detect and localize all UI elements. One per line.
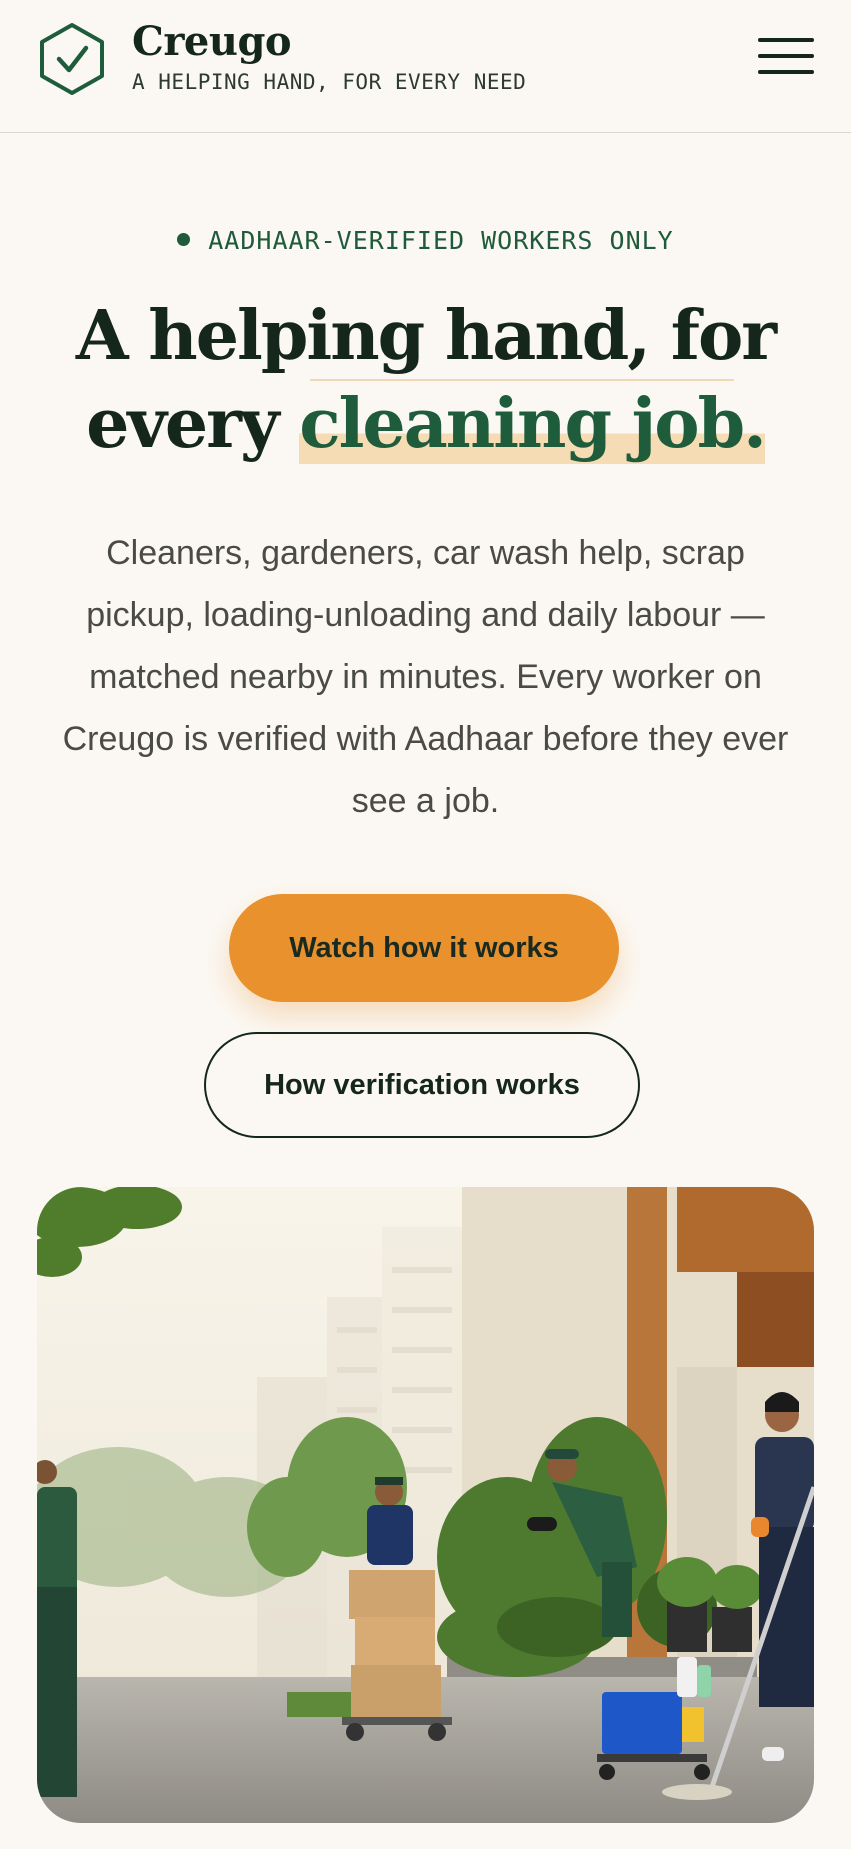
watch-how-it-works-button[interactable]: Watch how it works [229, 894, 619, 1002]
site-header: Creugo A HELPING HAND, FOR EVERY NEED [0, 0, 851, 133]
hero-description: Cleaners, gardeners, car wash help, scra… [62, 534, 789, 820]
how-verification-works-button[interactable]: How verification works [204, 1032, 640, 1138]
hexagon-check-icon[interactable] [38, 22, 106, 96]
workers-scene-illustration [37, 1187, 814, 1823]
brand-tagline: A HELPING HAND, FOR EVERY NEED [132, 70, 527, 94]
headline-line-2: every cleaning job. [0, 380, 851, 468]
hero-headline: A helping hand, for every cleaning job. [0, 292, 851, 468]
hamburger-menu-icon[interactable] [758, 38, 814, 80]
eyebrow-text: AADHAAR-VERIFIED WORKERS ONLY [208, 226, 674, 255]
headline-highlight: cleaning job. [299, 384, 767, 464]
status-dot-icon [177, 232, 191, 246]
headline-plain-text: every [86, 384, 300, 464]
headline-line-1: A helping hand, for [75, 296, 777, 376]
hero-image [37, 1187, 814, 1823]
brand-name[interactable]: Creugo [132, 18, 292, 65]
verified-eyebrow: AADHAAR-VERIFIED WORKERS ONLY [0, 226, 851, 255]
